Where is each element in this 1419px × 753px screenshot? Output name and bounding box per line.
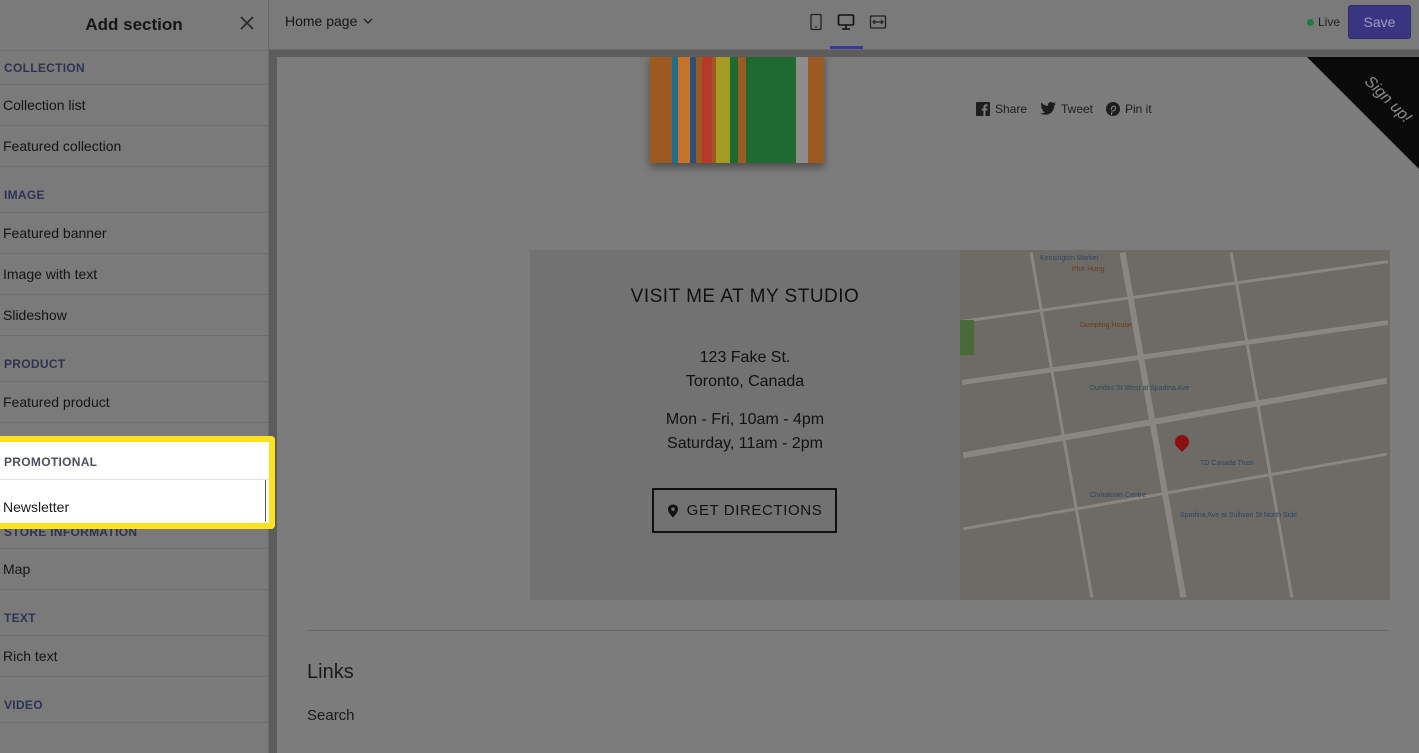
active-view-indicator — [830, 46, 863, 49]
get-directions-button[interactable]: GET DIRECTIONS — [652, 488, 837, 533]
map-label: Chinatown Centre — [1090, 492, 1147, 499]
section-featured-collection[interactable]: Featured collection — [0, 126, 268, 167]
category-video: VIDEO — [0, 677, 268, 723]
location-pin-icon — [1172, 432, 1192, 452]
section-image-with-text[interactable]: Image with text — [0, 254, 268, 295]
chevron-down-icon — [363, 18, 373, 24]
live-status-label: Live — [1317, 15, 1340, 29]
tweet-link[interactable]: Tweet — [1039, 101, 1093, 117]
map-label: Dumpling House — [1080, 322, 1132, 329]
sidebar-header: Add section — [0, 0, 268, 51]
section-list: COLLECTION Collection list Featured coll… — [0, 51, 268, 723]
share-label: Share — [995, 102, 1028, 116]
links-heading: Links — [307, 661, 354, 683]
save-button[interactable]: Save — [1348, 5, 1411, 39]
sidebar-title: Add section — [85, 15, 183, 34]
facebook-icon — [976, 102, 990, 116]
footer-link-search[interactable]: Search — [307, 707, 355, 724]
fullscreen-view-icon[interactable] — [869, 13, 887, 31]
map-label: TD Canada Trust — [1200, 460, 1254, 467]
category-text: TEXT — [0, 590, 268, 636]
mobile-view-icon[interactable] — [807, 13, 825, 31]
live-status: Live — [1306, 15, 1340, 29]
store-info-card: VISIT ME AT MY STUDIO 123 Fake St. Toron… — [530, 250, 960, 600]
section-newsletter[interactable]: Newsletter — [3, 499, 69, 515]
address-line-1: 123 Fake St. — [699, 349, 791, 366]
category-promotional: PROMOTIONAL — [4, 455, 98, 469]
tweet-label: Tweet — [1061, 102, 1094, 116]
promotional-highlight: PROMOTIONAL Newsletter — [0, 436, 275, 529]
section-map[interactable]: Map — [0, 549, 268, 590]
add-section-sidebar: Add section COLLECTION Collection list F… — [0, 0, 269, 753]
section-rich-text[interactable]: Rich text — [0, 636, 268, 677]
section-collection-list[interactable]: Collection list — [0, 85, 268, 126]
footer-divider — [307, 630, 1389, 631]
hours-line-1: Mon - Fri, 10am - 4pm — [665, 411, 825, 428]
divider — [0, 479, 269, 480]
hours-line-2: Saturday, 11am - 2pm — [667, 435, 823, 452]
store-hours: Mon - Fri, 10am - 4pm Saturday, 11am - 2… — [530, 408, 960, 456]
share-link[interactable]: Share — [975, 101, 1027, 117]
map-label: Dundas St West at Spadina Ave — [1090, 385, 1190, 392]
section-featured-banner[interactable]: Featured banner — [0, 213, 268, 254]
map-label: Phở Hưng — [1072, 266, 1105, 273]
editor-topbar: Home page Live Save — [269, 0, 1419, 50]
desktop-view-icon[interactable] — [837, 13, 855, 31]
map-pin-icon — [667, 504, 678, 517]
map-label: Kensington Market — [1040, 255, 1099, 262]
pinterest-icon — [1106, 102, 1120, 116]
address-line-2: Toronto, Canada — [685, 373, 805, 390]
newsletter-ribbon[interactable]: Sign up! — [1307, 57, 1419, 169]
store-title: VISIT ME AT MY STUDIO — [630, 286, 860, 307]
close-icon[interactable] — [238, 14, 256, 32]
product-image — [650, 57, 824, 163]
map-label: Spadina Ave at Sullivan St North Side — [1180, 512, 1298, 519]
get-directions-label: GET DIRECTIONS — [686, 502, 823, 519]
twitter-icon — [1040, 102, 1056, 115]
category-image: IMAGE — [0, 167, 268, 213]
section-slideshow[interactable]: Slideshow — [0, 295, 268, 336]
pin-link[interactable]: Pin it — [1105, 101, 1152, 117]
category-product: PRODUCT — [0, 336, 268, 382]
section-featured-product[interactable]: Featured product — [0, 382, 268, 423]
pin-label: Pin it — [1125, 102, 1152, 116]
category-collection: COLLECTION — [0, 51, 268, 85]
store-preview: Share Tweet Pin it Sign up! VISIT ME AT … — [277, 57, 1419, 753]
store-address: 123 Fake St. Toronto, Canada — [530, 346, 960, 394]
divider — [265, 480, 266, 521]
store-map[interactable]: Kensington Market Phở Hưng Dumpling Hous… — [960, 250, 1390, 600]
status-dot — [1306, 18, 1314, 26]
page-select[interactable]: Home page — [285, 13, 373, 29]
page-select-label: Home page — [285, 13, 358, 29]
